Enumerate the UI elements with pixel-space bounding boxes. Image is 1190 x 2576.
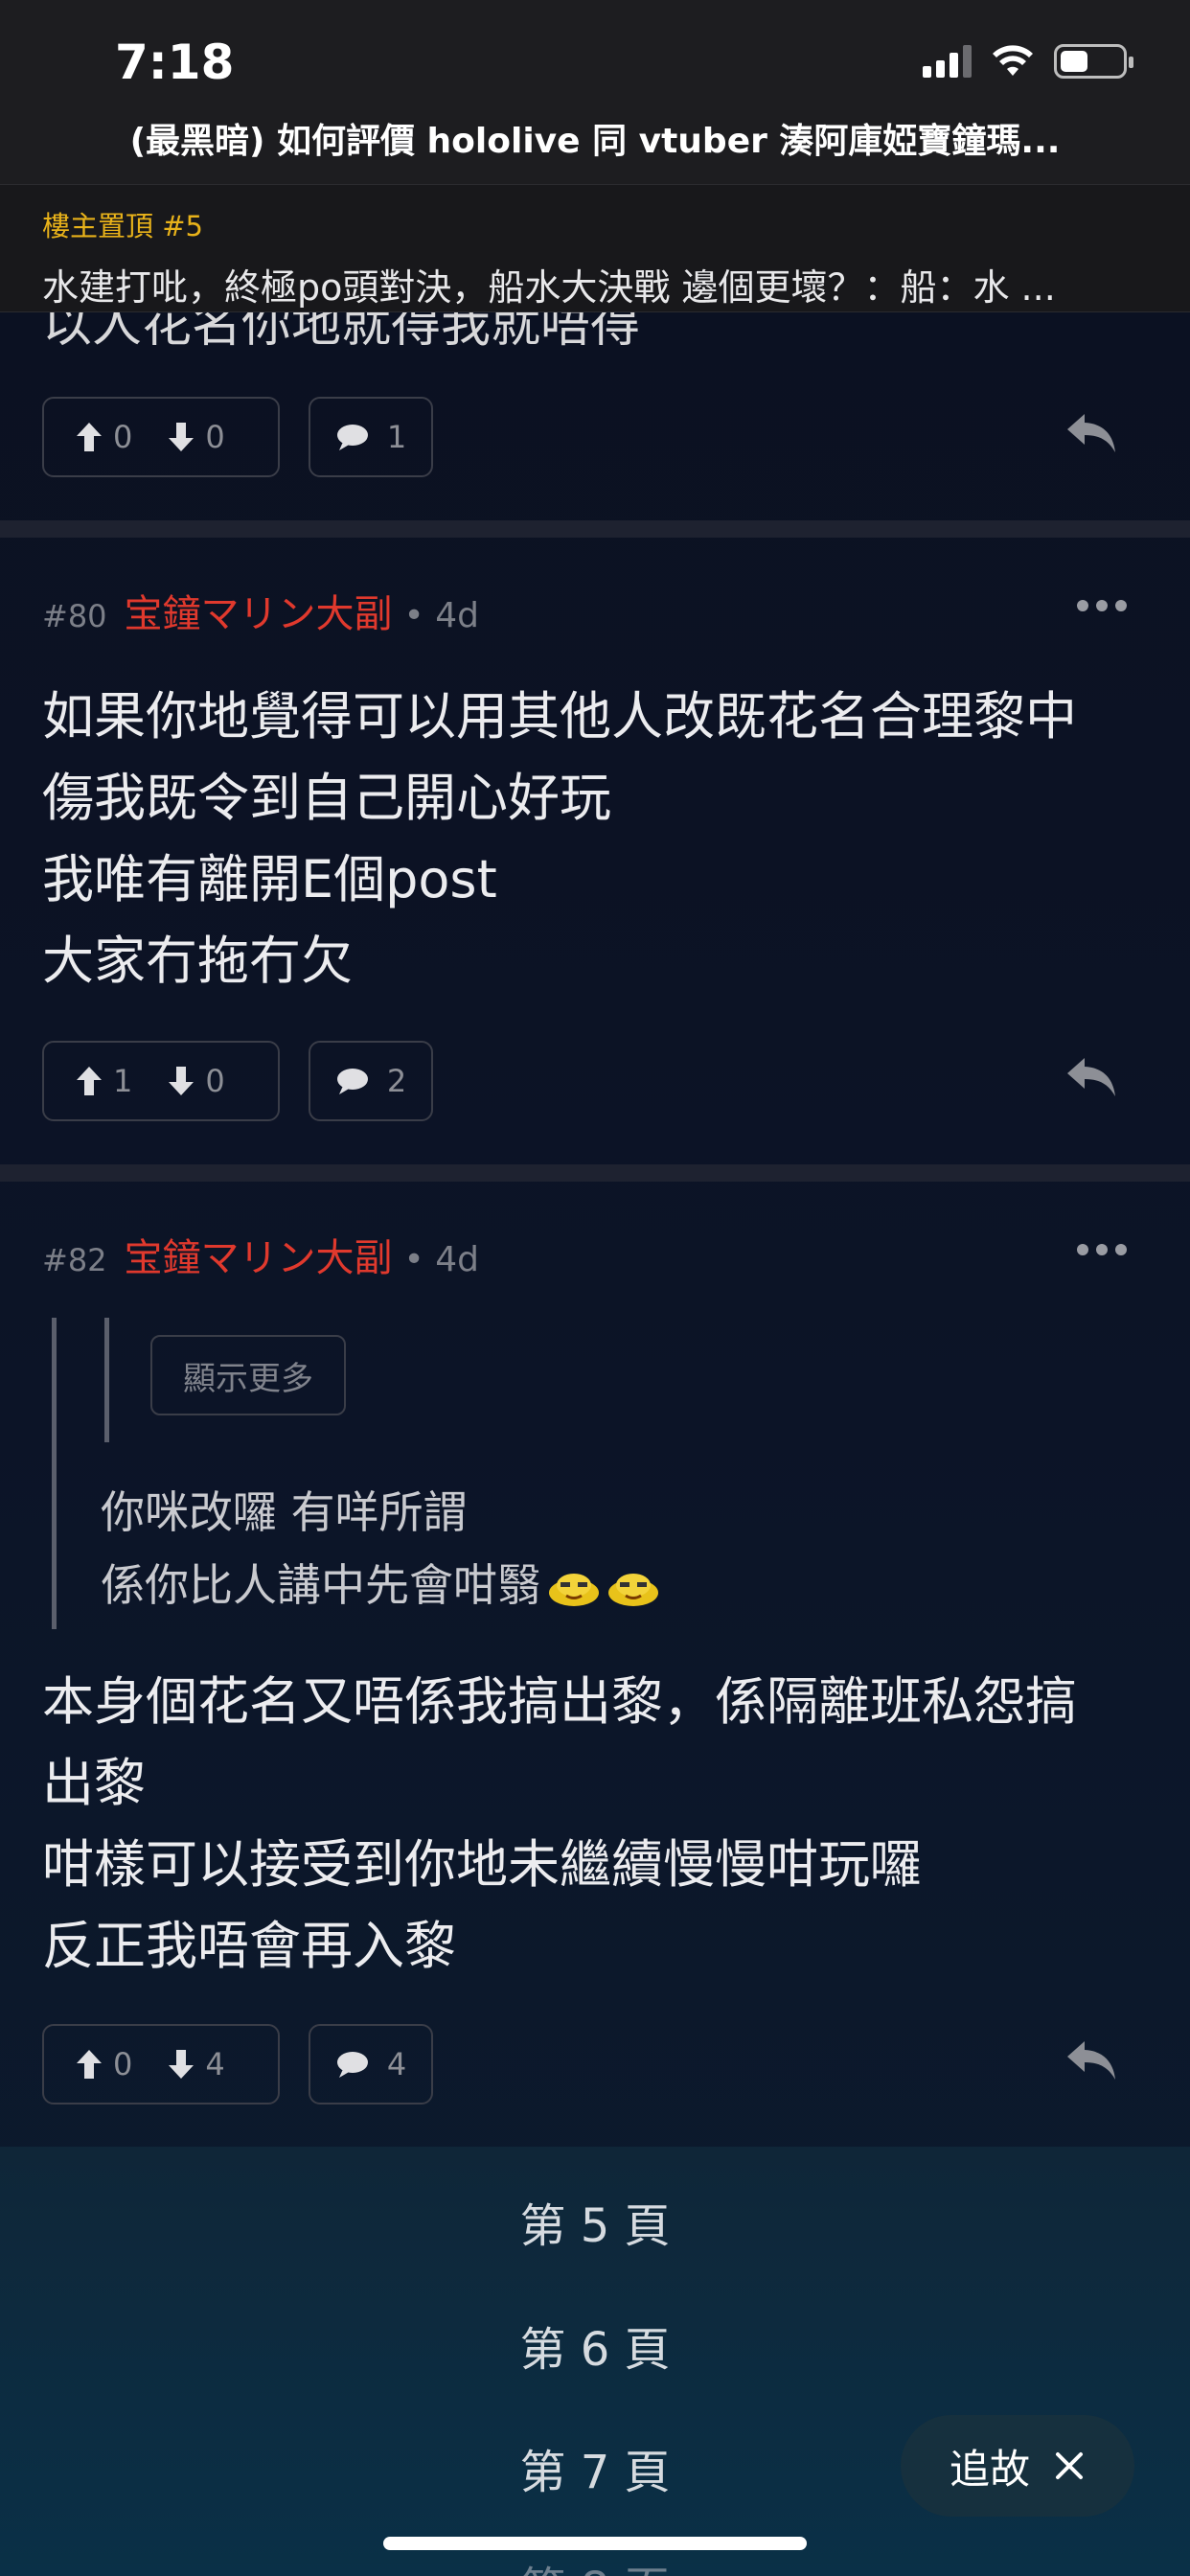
post-line: 本身個花名又唔係我搞出黎，係隔離班私怨搞	[42, 1671, 1077, 1732]
more-options-icon[interactable]	[1077, 600, 1127, 611]
pinned-label: 樓主置頂 #5	[42, 210, 203, 242]
status-time: 7:18	[115, 34, 235, 90]
post-number: #82	[42, 1242, 107, 1278]
vote-box: 1 0	[42, 1041, 280, 1121]
comment-count: 1	[386, 419, 407, 455]
screen: 7:18 (最黑暗) 如何評價 hololive 同 vtuber 湊阿庫婭寶鐘…	[0, 0, 1190, 2576]
post-author[interactable]: 宝鐘マリン大副	[125, 1227, 393, 1282]
upvote-count: 0	[113, 419, 133, 455]
pinned-text: 水建打吡，終極po頭對決，船水大決戰 邊個更壞？：船：水 ...	[42, 266, 1056, 309]
reply-icon[interactable]	[1064, 2037, 1119, 2083]
page-option[interactable]: 第 5 頁	[0, 2188, 1190, 2255]
upvote-button[interactable]: 0	[75, 2046, 132, 2082]
page-option[interactable]: 第 8 頁	[0, 2551, 1190, 2576]
home-indicator[interactable]	[383, 2537, 807, 2550]
vote-box: 0 4	[42, 2024, 280, 2104]
quote-line: 係你比人講中先會咁翳	[101, 1559, 541, 1611]
arrow-down-icon	[169, 423, 195, 451]
post-body: 本身個花名又唔係我搞出黎，係隔離班私怨搞 出黎 咁樣可以接受到你地未繼續慢慢咁玩…	[42, 1661, 1148, 1987]
battery-icon	[1054, 44, 1133, 79]
partial-post-actions: 0 0 1	[42, 397, 433, 477]
status-icons	[923, 44, 1133, 79]
comment-button[interactable]: 1	[309, 397, 433, 477]
arrow-up-icon	[77, 1067, 102, 1095]
app-header: 7:18 (最黑暗) 如何評價 hololive 同 vtuber 湊阿庫婭寶鐘…	[0, 0, 1190, 184]
vote-box: 0 0	[42, 397, 280, 477]
post-author[interactable]: 宝鐘マリン大副	[125, 583, 393, 638]
upvote-count: 0	[113, 2046, 133, 2082]
post-time: • 4d	[403, 596, 479, 635]
quote-line-with-emoji: 係你比人講中先會咁翳	[101, 1549, 660, 1622]
follow-button[interactable]: 追故	[901, 2415, 1134, 2517]
comment-button[interactable]: 2	[309, 1041, 433, 1121]
downvote-button[interactable]: 4	[167, 2046, 225, 2082]
follow-label: 追故	[949, 2445, 1030, 2493]
signal-icon	[923, 45, 972, 78]
downvote-count: 0	[205, 419, 225, 455]
downvote-count: 4	[205, 2046, 225, 2082]
post-header: #82 宝鐘マリン大副 • 4d	[42, 1227, 479, 1282]
upvote-count: 1	[113, 1063, 133, 1099]
upvote-button[interactable]: 0	[75, 419, 132, 455]
downvote-button[interactable]: 0	[167, 1063, 225, 1099]
quote-text: 你咪改囉 有咩所謂 係你比人講中先會咁翳	[101, 1476, 660, 1622]
quote-line: 你咪改囉 有咩所謂	[101, 1486, 468, 1538]
downvote-count: 0	[205, 1063, 225, 1099]
comment-icon	[336, 2052, 368, 2078]
downvote-button[interactable]: 0	[167, 419, 225, 455]
reply-icon[interactable]	[1064, 410, 1119, 456]
show-more-button[interactable]: 顯示更多	[150, 1335, 346, 1415]
comment-icon	[336, 425, 368, 450]
post-line: 如果你地覺得可以用其他人改既花名合理黎中	[42, 686, 1077, 747]
post-line: 大家冇拖冇欠	[42, 931, 353, 991]
post-line: 咁樣可以接受到你地未繼續慢慢咁玩囉	[42, 1834, 922, 1895]
emoji-icon	[608, 1573, 658, 1606]
post-divider	[0, 1164, 1190, 1182]
comment-count: 2	[386, 1063, 407, 1099]
post-line: 我唯有離開E個post	[42, 849, 497, 909]
emoji-icon	[549, 1573, 599, 1606]
arrow-up-icon	[77, 423, 102, 451]
post-time: • 4d	[403, 1240, 479, 1279]
comment-button[interactable]: 4	[309, 2024, 433, 2104]
comment-count: 4	[386, 2046, 407, 2082]
comment-icon	[336, 1069, 368, 1094]
post-actions: 0 4 4	[42, 2024, 433, 2104]
arrow-down-icon	[169, 1067, 195, 1095]
more-options-icon[interactable]	[1077, 1244, 1127, 1255]
post-line: 出黎	[42, 1753, 146, 1813]
post-header: #80 宝鐘マリン大副 • 4d	[42, 583, 479, 638]
arrow-up-icon	[77, 2050, 102, 2079]
nested-quote-bar	[104, 1318, 109, 1442]
post-actions: 1 0 2	[42, 1041, 433, 1121]
wifi-icon	[993, 45, 1033, 76]
quoted-reply: 顯示更多 你咪改囉 有咩所謂 係你比人講中先會咁翳	[52, 1318, 722, 1629]
arrow-down-icon	[169, 2050, 195, 2079]
post-number: #80	[42, 598, 107, 634]
close-icon[interactable]	[1053, 2450, 1086, 2482]
post-divider	[0, 520, 1190, 538]
page-option[interactable]: 第 6 頁	[0, 2312, 1190, 2379]
post-line: 傷我既令到自己開心好玩	[42, 768, 611, 828]
upvote-button[interactable]: 1	[75, 1063, 132, 1099]
reply-icon[interactable]	[1064, 1054, 1119, 1100]
pinned-post-banner[interactable]: 樓主置頂 #5 水建打吡，終極po頭對決，船水大決戰 邊個更壞？：船：水 ...	[0, 184, 1190, 312]
page-title[interactable]: (最黑暗) 如何評價 hololive 同 vtuber 湊阿庫婭寶鐘瑪...	[0, 113, 1190, 163]
post-line: 反正我唔會再入黎	[42, 1916, 456, 1976]
post-body: 如果你地覺得可以用其他人改既花名合理黎中 傷我既令到自己開心好玩 我唯有離開E個…	[42, 676, 1148, 1001]
